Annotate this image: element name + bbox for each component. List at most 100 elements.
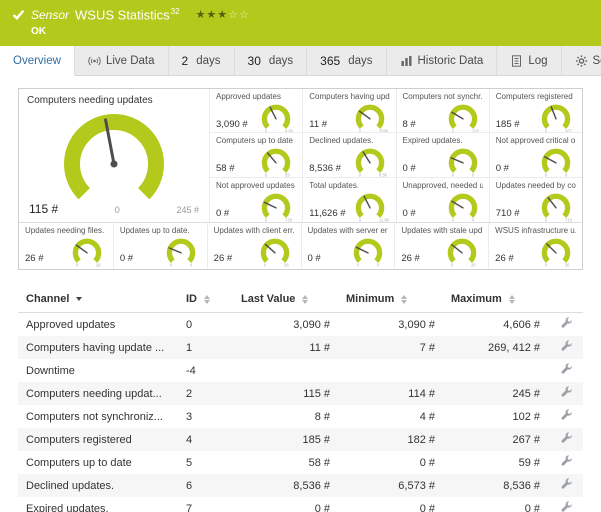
tab-settings[interactable]: Settings: [562, 46, 601, 75]
last-value: 8,536 #: [233, 474, 338, 497]
live-data-icon: [88, 55, 101, 67]
gauge-value: 11,626 #: [309, 208, 345, 222]
table-row[interactable]: Computers not synchroniz... 3 8 # 4 # 10…: [18, 405, 583, 428]
column-header-minimum[interactable]: Minimum: [338, 285, 443, 313]
gauge-dial: 0 59: [256, 145, 296, 177]
column-header-channel[interactable]: Channel: [18, 285, 178, 313]
channel-name[interactable]: Downtime: [18, 359, 178, 382]
gauge-value: 0 #: [120, 253, 133, 268]
channel-name[interactable]: Computers not synchroniz...: [18, 405, 178, 428]
small-gauge: Computers not synchr... 8 # 0 102: [396, 89, 489, 133]
channel-name[interactable]: Declined updates.: [18, 474, 178, 497]
last-value: 11 #: [233, 336, 338, 359]
table-row[interactable]: Computers registered 4 185 # 182 # 267 #: [18, 428, 583, 451]
tab-overview[interactable]: Overview: [0, 46, 75, 76]
table-row[interactable]: Declined updates. 6 8,536 # 6,573 # 8,53…: [18, 474, 583, 497]
channels-table: Channel ID Last Value Minimum Maximum: [18, 285, 583, 512]
small-gauges-grid: Approved updates 3,090 # 0 4.6k Computer…: [209, 89, 582, 222]
ok-check-icon: [12, 8, 25, 21]
gauge-title: Updates needing files.: [25, 226, 107, 235]
tab-label: Log: [528, 55, 547, 67]
tab-live-data[interactable]: Live Data: [75, 46, 169, 75]
gauge-value: 11 #: [309, 119, 327, 133]
channel-name[interactable]: Computers up to date: [18, 451, 178, 474]
table-row[interactable]: Computers needing updat... 2 115 # 114 #…: [18, 382, 583, 405]
gauge-scale-max: 26: [471, 263, 476, 268]
maximum-value: 59 #: [443, 451, 548, 474]
channel-name[interactable]: Expired updates.: [18, 497, 178, 512]
column-header-id[interactable]: ID: [178, 285, 233, 313]
gauge-dial: 0 26: [255, 235, 295, 268]
tab-365-days[interactable]: 365 days: [307, 46, 386, 75]
page-title: WSUS Statistics32: [75, 7, 180, 22]
gauge-scale-max: 26: [283, 263, 288, 268]
channel-settings-wrench-icon[interactable]: [559, 408, 573, 422]
gauge-scale-min: 0: [169, 263, 172, 268]
last-value: 58 #: [233, 451, 338, 474]
table-row[interactable]: Computers having update ... 1 11 # 7 # 2…: [18, 336, 583, 359]
gauge-scale-min: 0: [545, 263, 548, 268]
small-gauge: Computers up to date 58 # 0 59: [209, 133, 302, 177]
table-row[interactable]: Downtime -4: [18, 359, 583, 382]
gauge-value: 710 #: [496, 208, 520, 222]
small-gauge: Declined updates. 8,536 # 0 8.5k: [302, 133, 395, 177]
table-row[interactable]: Expired updates. 7 0 # 0 # 0 #: [18, 497, 583, 512]
channel-settings-wrench-icon[interactable]: [559, 431, 573, 445]
channel-settings-wrench-icon[interactable]: [559, 454, 573, 468]
small-gauge: Total updates. 11,626 # 0 11.6k: [302, 178, 395, 222]
tab-30-days[interactable]: 30 days: [235, 46, 308, 75]
channel-settings-wrench-icon[interactable]: [559, 477, 573, 491]
gauge-dial: 0 739: [256, 190, 296, 222]
column-header-last-value[interactable]: Last Value: [233, 285, 338, 313]
channel-settings-wrench-icon[interactable]: [559, 339, 573, 353]
gauge-dial: 0 26: [442, 235, 482, 268]
gauge-value: 8 #: [403, 119, 416, 133]
tab-label: days: [348, 55, 372, 67]
gauge-scale-max: 11.6k: [378, 217, 389, 222]
gauge-value: 26 #: [214, 253, 233, 268]
gauge-title: Computers not synchr...: [403, 92, 483, 101]
last-value: 3,090 #: [233, 313, 338, 337]
gauge-scale-max: 0: [472, 217, 475, 222]
channel-id: 2: [178, 382, 233, 405]
maximum-value: [443, 359, 548, 382]
channel-name[interactable]: Computers having update ...: [18, 336, 178, 359]
channel-name[interactable]: Computers registered: [18, 428, 178, 451]
settings-gear-icon: [575, 55, 588, 67]
channel-name[interactable]: Computers needing updat...: [18, 382, 178, 405]
channel-settings-wrench-icon[interactable]: [559, 362, 573, 376]
gauge-value: 8,536 #: [309, 163, 341, 177]
table-row[interactable]: Approved updates 0 3,090 # 3,090 # 4,606…: [18, 313, 583, 337]
gauge-value: 26 #: [495, 253, 514, 268]
gauge-title: Computers registered: [496, 92, 576, 101]
status-badge: OK: [31, 26, 589, 37]
tab-number: 2: [182, 54, 189, 68]
gauge-scale-min: 0: [451, 263, 454, 268]
sensor-header: Sensor WSUS Statistics32 ★★★☆☆ OK: [0, 0, 601, 46]
maximum-value: 269, 412 #: [443, 336, 548, 359]
sensor-kind-label: Sensor: [31, 8, 69, 22]
gauge-scale-min: 0: [115, 205, 120, 215]
small-gauge: Expired updates. 0 # 0 0: [396, 133, 489, 177]
tab-historic-data[interactable]: Historic Data: [387, 46, 498, 75]
channel-settings-wrench-icon[interactable]: [559, 316, 573, 330]
gauge-value: 0 #: [216, 208, 229, 222]
channel-id: 1: [178, 336, 233, 359]
gauge-title: Computers up to date: [216, 136, 296, 145]
small-gauge: Computers having upd... 11 # 0 269k: [302, 89, 395, 133]
sensor-superscript: 32: [171, 7, 180, 16]
last-value: 8 #: [233, 405, 338, 428]
last-value: 115 #: [233, 382, 338, 405]
gauge-title: Updates with stale upd...: [401, 226, 482, 235]
channel-settings-wrench-icon[interactable]: [559, 385, 573, 399]
tab-label: days: [196, 55, 220, 67]
tab-log[interactable]: Log: [497, 46, 561, 75]
sort-indicator-icon: [76, 297, 82, 301]
channel-settings-wrench-icon[interactable]: [559, 500, 573, 512]
tab-2-days[interactable]: 2 days: [169, 46, 235, 75]
column-header-maximum[interactable]: Maximum: [443, 285, 548, 313]
priority-stars[interactable]: ★★★☆☆: [196, 8, 250, 21]
last-value: 0 #: [233, 497, 338, 512]
table-row[interactable]: Computers up to date 5 58 # 0 # 59 #: [18, 451, 583, 474]
channel-name[interactable]: Approved updates: [18, 313, 178, 337]
